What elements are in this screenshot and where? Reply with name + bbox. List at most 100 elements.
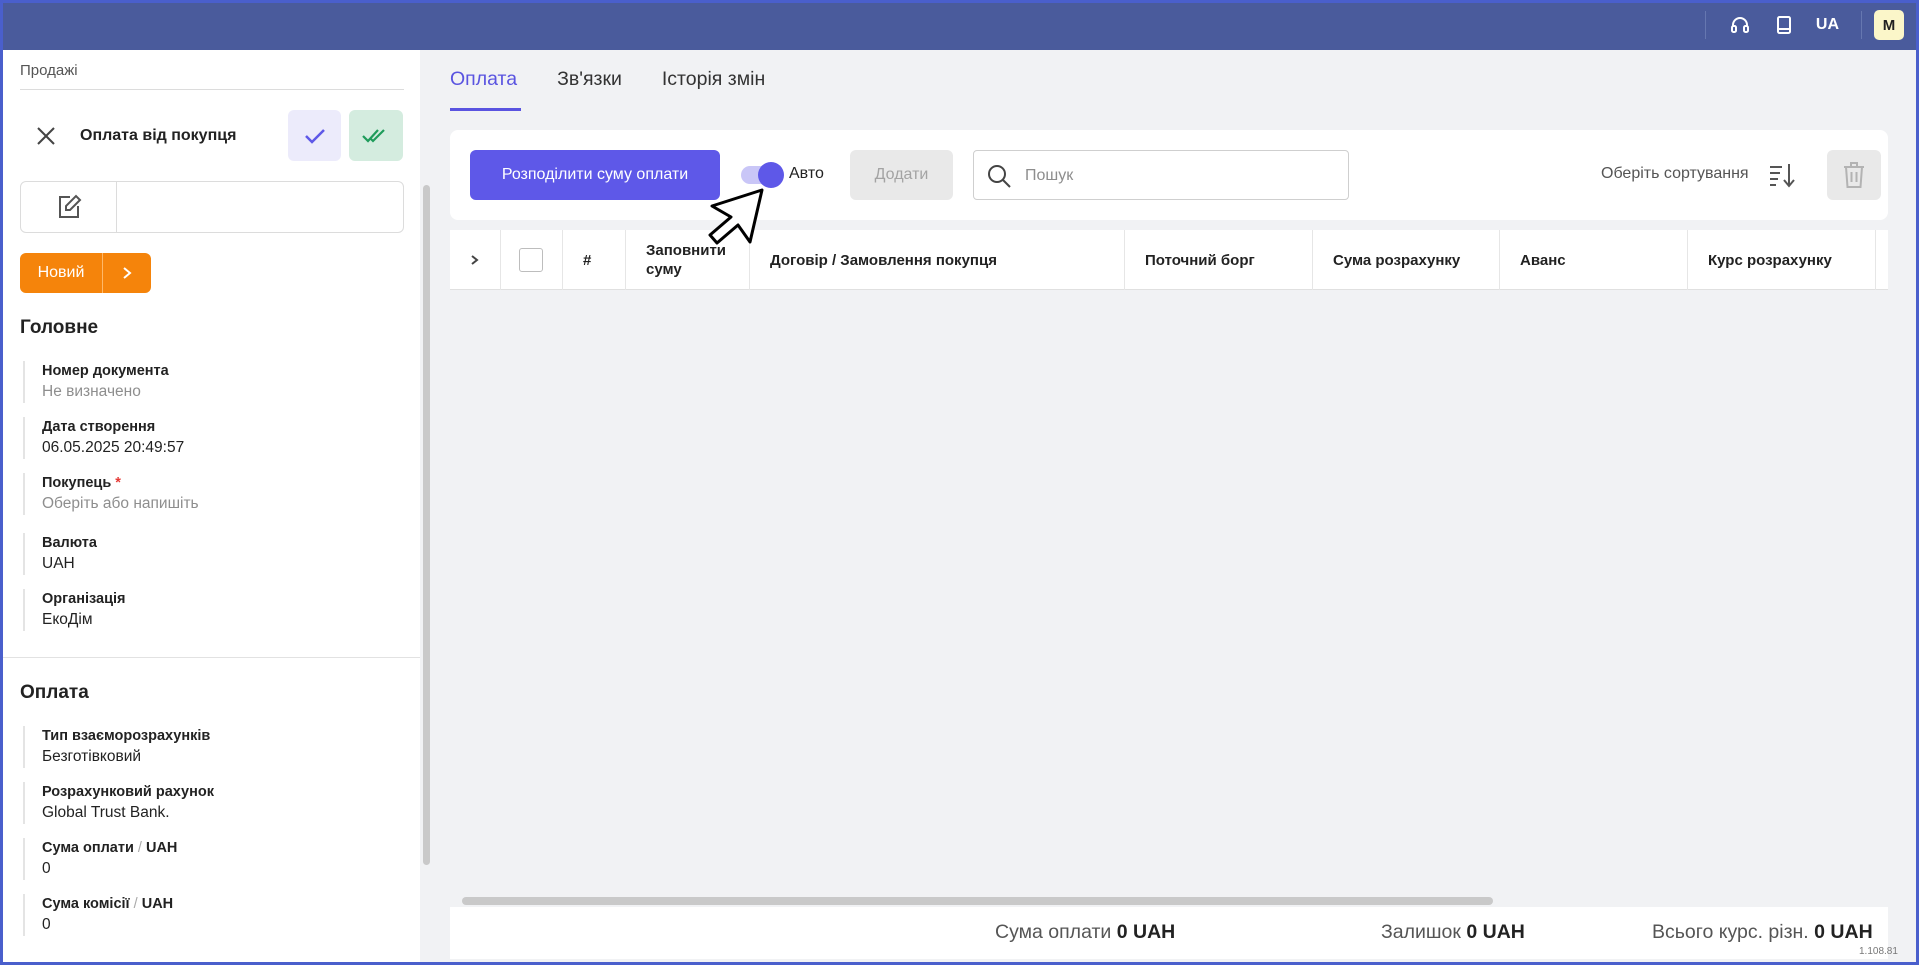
required-mark: * bbox=[115, 475, 121, 491]
tab-history[interactable]: Історія змін bbox=[662, 50, 765, 112]
mouse-cursor-icon bbox=[700, 185, 770, 255]
field-value[interactable]: 0 bbox=[42, 858, 403, 880]
field-doc-number: Номер документа Не визначено bbox=[23, 361, 403, 403]
close-icon[interactable] bbox=[33, 123, 59, 149]
total-rate-diff: Всього курс. різн. 0 UAH bbox=[1652, 921, 1873, 944]
save-button[interactable] bbox=[288, 110, 341, 161]
field-label: Дата створення bbox=[42, 419, 156, 435]
buyer-select[interactable]: Оберіть або напишіть bbox=[42, 493, 403, 515]
field-payment-sum[interactable]: Сума оплати / UAH 0 bbox=[23, 838, 403, 880]
sort-select[interactable]: Оберіть сортування bbox=[1601, 165, 1749, 183]
field-label: Валюта bbox=[42, 535, 97, 551]
total-payment-label: Сума оплати bbox=[995, 921, 1112, 943]
section-title-payment: Оплата bbox=[20, 682, 89, 703]
column-advance[interactable]: Аванс bbox=[1500, 230, 1688, 290]
column-current-debt[interactable]: Поточний борг bbox=[1125, 230, 1313, 290]
field-label: Сума комісії bbox=[42, 896, 130, 912]
section-divider bbox=[3, 657, 420, 658]
tab-payment[interactable]: Оплата bbox=[450, 50, 522, 112]
column-label: Аванс bbox=[1520, 251, 1566, 269]
column-number[interactable]: # bbox=[563, 230, 626, 290]
auto-toggle[interactable] bbox=[741, 162, 784, 188]
unit-label: UAH bbox=[141, 896, 174, 912]
select-all-column[interactable] bbox=[501, 230, 563, 290]
total-remainder-label: Залишок bbox=[1381, 921, 1461, 943]
field-currency[interactable]: Валюта UAH bbox=[23, 533, 403, 575]
auto-toggle-label: Авто bbox=[789, 165, 824, 182]
field-label: Тип взаєморозрахунків bbox=[42, 728, 211, 744]
field-value: 06.05.2025 20:49:57 bbox=[42, 439, 185, 456]
column-contract[interactable]: Договір / Замовлення покупця bbox=[750, 230, 1125, 290]
field-value[interactable]: Безготівковий bbox=[42, 746, 403, 768]
column-rate[interactable]: Курс розрахунку bbox=[1688, 230, 1876, 290]
field-value[interactable]: UAH bbox=[42, 553, 403, 575]
delete-button[interactable] bbox=[1827, 150, 1881, 200]
topbar-divider bbox=[1861, 11, 1862, 39]
add-button[interactable]: Додати bbox=[850, 150, 953, 200]
search-box[interactable] bbox=[973, 150, 1349, 200]
total-rate-diff-value: 0 UAH bbox=[1814, 921, 1873, 943]
field-buyer[interactable]: Покупець * Оберіть або напишіть bbox=[23, 473, 403, 515]
field-label: Організація bbox=[42, 591, 126, 607]
field-organization[interactable]: Організація ЕкоДім bbox=[23, 589, 403, 631]
chevron-right-icon[interactable] bbox=[470, 253, 479, 267]
book-icon[interactable] bbox=[1772, 13, 1796, 37]
edit-note-icon[interactable] bbox=[21, 182, 117, 232]
field-account[interactable]: Розрахунковий рахунок Global Trust Bank. bbox=[23, 782, 403, 824]
field-label: Сума оплати bbox=[42, 840, 134, 856]
comment-box[interactable] bbox=[20, 181, 404, 233]
column-label: # bbox=[583, 251, 592, 269]
tab-bar: Оплата Зв'язки Історія змін bbox=[450, 50, 805, 112]
distribute-payment-button[interactable]: Розподілити суму оплати bbox=[470, 150, 720, 200]
field-label: Номер документа bbox=[42, 363, 169, 379]
document-sidebar: Продажі Оплата від покупця Новий Головне… bbox=[3, 50, 420, 962]
avatar[interactable]: M bbox=[1874, 10, 1904, 40]
section-title-main: Головне bbox=[20, 317, 99, 338]
column-label: Сума розрахунку bbox=[1333, 251, 1461, 269]
field-value: Не визначено bbox=[42, 383, 141, 400]
top-bar: UA M bbox=[0, 0, 1919, 50]
unit-separator: / bbox=[129, 896, 142, 912]
sidebar-scrollbar[interactable] bbox=[423, 185, 430, 865]
field-value[interactable]: ЕкоДім bbox=[42, 609, 403, 631]
table-header: # Заповнити суму Договір / Замовлення по… bbox=[450, 230, 1888, 290]
unit-label: UAH bbox=[145, 840, 178, 856]
post-button[interactable] bbox=[349, 110, 403, 161]
field-commission-sum[interactable]: Сума комісії / UAH 0 bbox=[23, 894, 403, 936]
field-value[interactable]: Global Trust Bank. bbox=[42, 802, 403, 824]
field-created: Дата створення 06.05.2025 20:49:57 bbox=[23, 417, 403, 459]
tab-links[interactable]: Зв'язки bbox=[557, 50, 622, 112]
total-payment: Сума оплати 0 UAH bbox=[995, 921, 1175, 944]
search-icon bbox=[986, 163, 1012, 189]
chevron-right-icon[interactable] bbox=[102, 253, 151, 293]
version-label: 1.108.81 bbox=[1859, 946, 1898, 957]
table-horizontal-scrollbar[interactable] bbox=[462, 897, 1493, 905]
column-settlement-sum[interactable]: Сума розрахунку bbox=[1313, 230, 1500, 290]
search-input[interactable] bbox=[1025, 163, 1325, 189]
field-value[interactable]: 0 bbox=[42, 914, 403, 936]
breadcrumb-divider bbox=[20, 89, 404, 90]
column-label: Поточний борг bbox=[1145, 251, 1255, 269]
document-title: Оплата від покупця bbox=[80, 127, 237, 144]
breadcrumb[interactable]: Продажі bbox=[20, 62, 78, 79]
column-label: Договір / Замовлення покупця bbox=[770, 251, 997, 269]
topbar-divider bbox=[1704, 11, 1706, 39]
field-label: Покупець bbox=[42, 475, 112, 491]
total-remainder: Залишок 0 UAH bbox=[1381, 921, 1525, 944]
expand-all-column[interactable] bbox=[450, 230, 501, 290]
totals-footer: Сума оплати 0 UAH Залишок 0 UAH Всього к… bbox=[450, 907, 1888, 959]
table-toolbar: Розподілити суму оплати Авто Додати Обер… bbox=[450, 130, 1888, 220]
total-payment-value: 0 UAH bbox=[1116, 921, 1176, 943]
status-split-button[interactable]: Новий bbox=[20, 253, 151, 293]
select-all-checkbox[interactable] bbox=[519, 248, 543, 272]
field-settlement-type[interactable]: Тип взаєморозрахунків Безготівковий bbox=[23, 726, 403, 768]
language-switch[interactable]: UA bbox=[1816, 16, 1839, 34]
column-label: Курс розрахунку bbox=[1708, 251, 1832, 269]
total-rate-diff-label: Всього курс. різн. bbox=[1652, 921, 1809, 943]
total-remainder-value: 0 UAH bbox=[1466, 921, 1525, 943]
unit-separator: / bbox=[133, 840, 146, 856]
sort-icon[interactable] bbox=[1768, 161, 1796, 189]
headset-icon[interactable] bbox=[1728, 13, 1752, 37]
status-button[interactable]: Новий bbox=[20, 253, 102, 293]
field-label: Розрахунковий рахунок bbox=[42, 784, 214, 800]
